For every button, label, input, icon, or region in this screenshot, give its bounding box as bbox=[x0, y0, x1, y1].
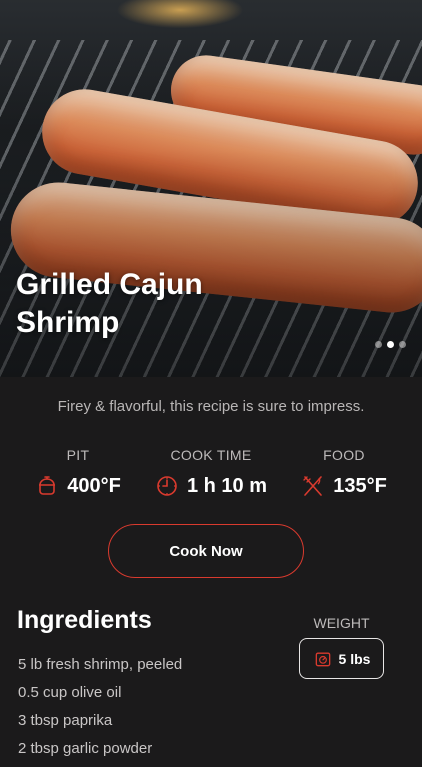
stat-food: FOOD 135°F bbox=[288, 447, 400, 498]
recipe-description: Firey & flavorful, this recipe is sure t… bbox=[57, 398, 365, 415]
timer-icon bbox=[157, 476, 177, 496]
stat-pit-label: PIT bbox=[66, 447, 90, 463]
stat-cook-time-label: COOK TIME bbox=[170, 447, 252, 463]
hero-image[interactable]: Grilled Cajun Shrimp bbox=[0, 0, 422, 377]
stat-food-value: 135°F bbox=[333, 474, 387, 497]
stat-cook-time-value: 1 h 10 m bbox=[186, 474, 268, 497]
stat-cook-time: COOK TIME 1 h 10 m bbox=[146, 447, 276, 498]
recipe-title: Grilled Cajun Shrimp bbox=[16, 268, 203, 339]
kamado-grill-icon bbox=[39, 476, 56, 495]
ingredients-heading: Ingredients bbox=[17, 606, 152, 634]
cook-now-button[interactable]: Cook Now bbox=[108, 524, 304, 578]
scale-icon bbox=[315, 652, 330, 666]
weight-value: 5 lbs bbox=[338, 650, 371, 667]
carousel-dots[interactable] bbox=[375, 341, 406, 348]
carousel-dot[interactable] bbox=[399, 341, 406, 348]
stat-pit-value: 400°F bbox=[67, 474, 121, 497]
ingredient-item: 5 lb fresh shrimp, peeled bbox=[18, 656, 183, 673]
weight-label: WEIGHT bbox=[313, 615, 370, 631]
carousel-dot-active[interactable] bbox=[387, 341, 394, 348]
stat-pit: PIT 400°F bbox=[18, 447, 138, 498]
ingredient-item: 3 tbsp paprika bbox=[18, 712, 113, 729]
weight-selector[interactable]: 5 lbs bbox=[299, 638, 384, 679]
stat-food-label: FOOD bbox=[323, 447, 365, 463]
carousel-dot[interactable] bbox=[375, 341, 382, 348]
ingredient-item: 2 tbsp garlic powder bbox=[18, 740, 153, 757]
ingredient-item: 0.5 cup olive oil bbox=[18, 684, 122, 701]
ingredient-list: 5 lb fresh shrimp, peeled 0.5 cup olive … bbox=[18, 655, 182, 767]
fork-knife-icon bbox=[303, 476, 323, 496]
